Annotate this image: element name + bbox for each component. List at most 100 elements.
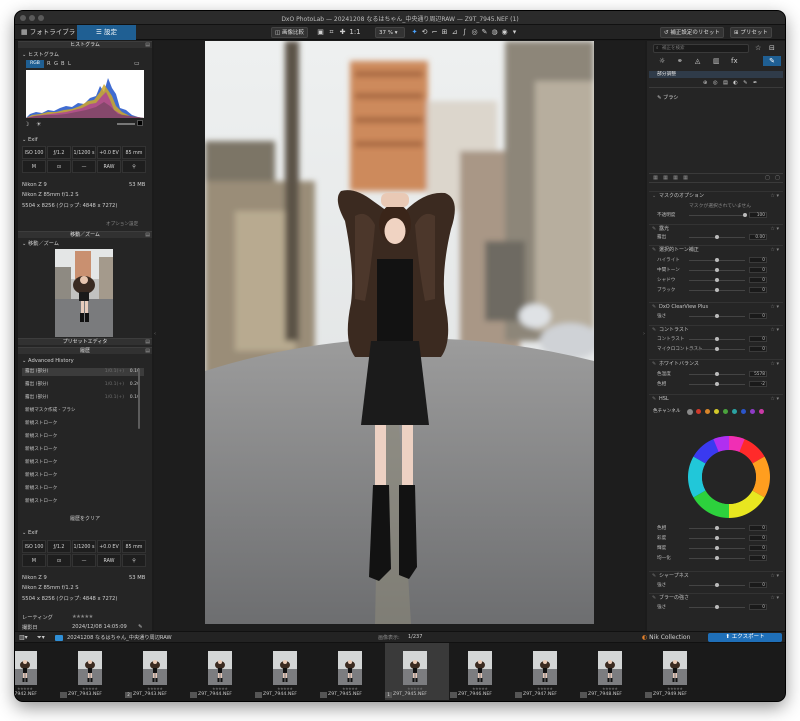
folder-name[interactable]: 20241208 なるはちゃん_中央通り周辺RAW bbox=[67, 634, 172, 641]
filmstrip-thumbnail[interactable]: ★★★★★ Z9T_7944.NEF bbox=[255, 643, 319, 700]
hsl-value[interactable]: 0 bbox=[749, 535, 767, 541]
clearview-slider-knob[interactable] bbox=[715, 314, 719, 318]
filmstrip-thumbnail[interactable]: ★★★★★ Z9T_7944.NEF bbox=[190, 643, 254, 700]
history-row[interactable]: 新規ストローク bbox=[22, 485, 144, 493]
thumbnail-rating[interactable]: ★★★★★ bbox=[212, 686, 228, 691]
local-adjust-icon[interactable]: ◍ bbox=[490, 27, 499, 38]
light-palette-icon[interactable]: ☼ bbox=[659, 57, 665, 65]
filmstrip-thumbnail[interactable]: ★★★★★ Z9T_7948.NEF bbox=[580, 643, 644, 700]
control-point-icon[interactable]: ⊕ bbox=[703, 80, 707, 86]
mask-more-icon[interactable]: ▢ bbox=[775, 175, 780, 181]
hsl-row[interactable]: 輝度 0 bbox=[651, 545, 779, 552]
color-channel-swatch[interactable] bbox=[705, 409, 710, 414]
color-channel-swatch[interactable] bbox=[714, 409, 719, 414]
wb-row[interactable]: 色相 -2 bbox=[651, 381, 779, 388]
search-input[interactable]: ⌕ 補正を検索 bbox=[653, 44, 749, 53]
tone-value[interactable]: 0 bbox=[749, 267, 767, 273]
wb-row[interactable]: 色温度 5578 bbox=[651, 371, 779, 378]
eyedropper-tool-icon[interactable]: ✒ bbox=[753, 80, 757, 86]
exif-options[interactable]: オプション設定 bbox=[106, 221, 138, 227]
thumbnail-rating[interactable]: ★★★★★ bbox=[602, 686, 618, 691]
hsl-slider-knob[interactable] bbox=[715, 526, 719, 530]
volume-icon[interactable]: ∫ bbox=[460, 27, 469, 38]
section-menu-icon[interactable]: ☆ ▾ bbox=[770, 303, 779, 311]
local-adjust-palette-icon[interactable]: ✎ bbox=[763, 56, 781, 66]
wb-section[interactable]: ✎ ホワイトバランス ☆ ▾ bbox=[649, 359, 783, 367]
brush-item[interactable]: ✎ ブラシ bbox=[657, 94, 678, 101]
contrast-slider-knob[interactable] bbox=[715, 347, 719, 351]
preset-editor-panel-header[interactable]: プリセットエディタ ▤ bbox=[18, 338, 152, 345]
wb-value[interactable]: -2 bbox=[749, 381, 767, 387]
exposure-section[interactable]: ✎ 露光 ☆ ▾ bbox=[649, 224, 783, 232]
detail-palette-icon[interactable]: ◬ bbox=[695, 57, 700, 65]
color-channel-swatch[interactable] bbox=[732, 409, 737, 414]
thumbnail-rating[interactable]: ★★★★★ bbox=[342, 686, 358, 691]
filmstrip-thumbnail[interactable] bbox=[710, 643, 774, 700]
section-menu-icon[interactable]: ☆ ▾ bbox=[770, 246, 779, 254]
tone-slider-knob[interactable] bbox=[715, 258, 719, 262]
collapse-right-arrow-icon[interactable]: › bbox=[643, 331, 645, 337]
section-menu-icon[interactable]: ☆ ▾ bbox=[770, 360, 779, 368]
hsl-slider-knob[interactable] bbox=[715, 556, 719, 560]
repair-icon[interactable]: ✎ bbox=[480, 27, 489, 38]
compare-button[interactable]: ◫ 画像比較 bbox=[271, 27, 308, 38]
thumbnail-rating[interactable]: ★★★★★ bbox=[407, 686, 423, 691]
horizon-icon[interactable]: ⊞ bbox=[440, 27, 449, 38]
color-channel-swatch[interactable] bbox=[687, 409, 693, 415]
wb-value[interactable]: 5578 bbox=[749, 371, 767, 377]
nik-collection-button[interactable]: ◐ Nik Collection bbox=[642, 634, 690, 641]
eyedropper-icon[interactable]: ✦ bbox=[410, 27, 419, 38]
blur-section[interactable]: ✎ ブラーの強さ ☆ ▾ bbox=[649, 593, 783, 601]
shadow-clip-icon[interactable]: ☽ bbox=[24, 121, 29, 128]
filmstrip-thumbnail[interactable]: ★★★★★ Z9T_7945.NEF bbox=[320, 643, 384, 700]
history-panel-header[interactable]: 履歴 ▤ bbox=[18, 347, 152, 354]
history-row[interactable]: 新規ストローク bbox=[22, 459, 144, 467]
hsl-value[interactable]: 0 bbox=[749, 555, 767, 561]
thumbnail-rating[interactable]: ★★★★★ bbox=[472, 686, 488, 691]
mask-edit-icon[interactable]: ▦ bbox=[683, 175, 688, 181]
view-mode-icon[interactable]: ▥▾ bbox=[19, 634, 28, 641]
filmstrip-thumbnail[interactable]: ★★★★★ Z9T_7946.NEF bbox=[450, 643, 514, 700]
auto-mask-icon[interactable]: ◎ bbox=[713, 80, 718, 86]
filmstrip[interactable]: ★★★★★Z9T_7942.NEF★★★★★Z9T_7943.NEF★★★★★Z… bbox=[15, 643, 785, 701]
tab-customize[interactable]: ☰ 設定 bbox=[77, 25, 136, 40]
mask-dup-icon[interactable]: ▦ bbox=[663, 175, 668, 181]
hsl-slider-knob[interactable] bbox=[715, 546, 719, 550]
section-menu-icon[interactable]: ☆ ▾ bbox=[770, 594, 779, 602]
geometry-palette-icon[interactable]: ▥ bbox=[713, 57, 720, 65]
contrast-section[interactable]: ✎ コントラスト ☆ ▾ bbox=[649, 325, 783, 333]
channel-r[interactable]: R bbox=[47, 61, 51, 67]
history-row[interactable]: 新規ストローク bbox=[22, 472, 144, 480]
hsl-section[interactable]: ✎ HSL ☆ ▾ bbox=[649, 394, 783, 402]
preset-button[interactable]: ⊞ プリセット bbox=[730, 27, 772, 38]
view-options-icon[interactable]: ▾ bbox=[510, 27, 519, 38]
thumbnail-rating[interactable]: ★★★★★ bbox=[17, 686, 33, 691]
thumbnail-rating[interactable]: ★★★★★ bbox=[82, 686, 98, 691]
histogram-panel-header[interactable]: ヒストグラム ▤ bbox=[18, 41, 152, 48]
history-row[interactable]: 新規ストローク bbox=[22, 498, 144, 506]
section-menu-icon[interactable]: ☆ ▾ bbox=[770, 395, 779, 403]
hsl-value[interactable]: 0 bbox=[749, 525, 767, 531]
history-row[interactable]: 新規ストローク bbox=[22, 446, 144, 454]
gradient-icon[interactable]: ▤ bbox=[723, 80, 728, 86]
channel-l[interactable]: L bbox=[68, 61, 71, 67]
tone-value[interactable]: 0 bbox=[749, 287, 767, 293]
edit-pencil-icon[interactable]: ✎ bbox=[138, 624, 142, 630]
history-row[interactable]: 新規マスク作成 - ブラシ bbox=[22, 407, 144, 415]
perspective-icon[interactable]: ⊿ bbox=[450, 27, 459, 38]
mask-options-section[interactable]: ⌄ マスクのオプション ☆ ▾ bbox=[649, 191, 783, 199]
collapse-left-arrow-icon[interactable]: ‹ bbox=[154, 331, 156, 337]
exif2-title[interactable]: ⌄ Exif bbox=[22, 530, 38, 536]
tone-row[interactable]: ハイライト 0 bbox=[651, 257, 779, 264]
color-channel-swatch[interactable] bbox=[723, 409, 728, 414]
tab-photo-library[interactable]: ▦ フォトライブラリ bbox=[18, 25, 76, 51]
hsl-row[interactable]: 彩度 0 bbox=[651, 535, 779, 542]
clearview-row[interactable]: 強さ 0 bbox=[651, 313, 779, 320]
history-row[interactable]: 露出 (部分) 1/0.1(+) 0.20 bbox=[22, 381, 144, 389]
tone-slider-knob[interactable] bbox=[715, 288, 719, 292]
section-menu-icon[interactable]: ☆ ▾ bbox=[770, 192, 779, 200]
history-row[interactable]: 新規ストローク bbox=[22, 420, 144, 428]
panel-menu-icon[interactable]: ▤ bbox=[145, 42, 150, 48]
panel-menu-icon[interactable]: ▤ bbox=[145, 348, 150, 354]
filmstrip-thumbnail[interactable]: ★★★★★ Z9T_7943.NEF 2 bbox=[125, 643, 189, 700]
